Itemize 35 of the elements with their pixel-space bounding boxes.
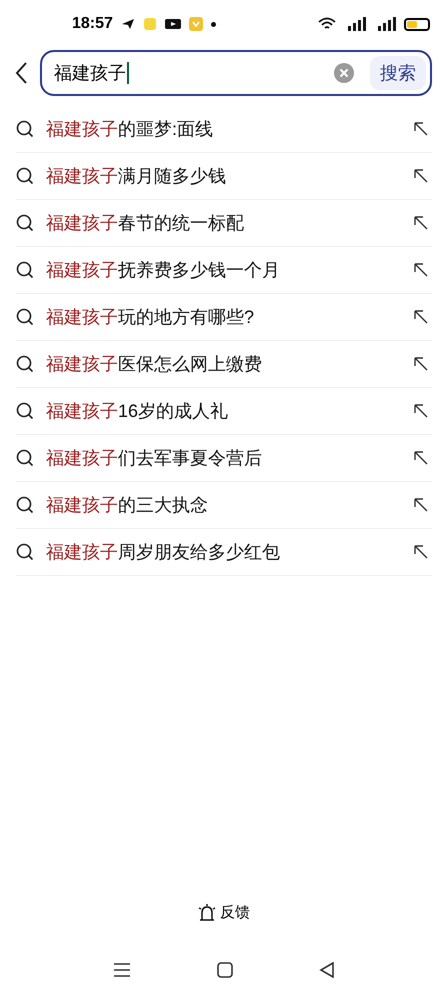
suggestion-text[interactable]: 福建孩子的三大执念 (46, 492, 402, 518)
suggestion-text[interactable]: 福建孩子春节的统一标配 (46, 210, 402, 236)
search-button[interactable]: 搜索 (370, 56, 426, 90)
status-time: 18:57 (72, 14, 113, 34)
suggestion-text[interactable]: 福建孩子们去军事夏令营后 (46, 444, 402, 472)
feedback-link[interactable]: 反馈 (220, 902, 250, 924)
menu-icon[interactable] (113, 962, 131, 978)
search-icon (16, 261, 34, 279)
search-icon (16, 308, 34, 326)
clear-icon[interactable] (334, 63, 354, 83)
search-icon (16, 543, 34, 561)
search-icon (16, 402, 34, 420)
search-icon (16, 355, 34, 373)
search-icon (16, 449, 34, 467)
back-icon[interactable] (319, 962, 335, 978)
suggestion-text[interactable]: 福建孩子满月随多少钱 (46, 162, 402, 190)
search-icon (16, 167, 34, 185)
suggestion-text[interactable]: 福建孩子玩的地方有哪些? (46, 304, 402, 330)
dot-icon (210, 22, 216, 26)
suggestion-text[interactable]: 福建孩子周岁朋友给多少红包 (46, 538, 402, 566)
suggestion-text[interactable]: 福建孩子抚养费多少钱一个月 (46, 256, 402, 284)
alarm-icon[interactable] (198, 904, 216, 922)
search-icon (16, 120, 34, 138)
app-icon (142, 17, 157, 31)
video-icon (164, 18, 181, 30)
suggestion-text[interactable]: 福建孩子16岁的成人礼 (46, 398, 402, 424)
wifi-icon (318, 17, 336, 31)
search-field[interactable]: 福建孩子 搜索 (40, 50, 432, 96)
send-icon (120, 18, 135, 30)
suggestion-text[interactable]: 福建孩子医保怎么网上缴费 (46, 350, 402, 378)
battery-icon (404, 18, 430, 30)
home-icon[interactable] (217, 962, 233, 978)
search-icon (16, 496, 34, 514)
search-icon (16, 214, 34, 232)
suggestion-text[interactable]: 福建孩子的噩梦:面线 (46, 116, 402, 142)
